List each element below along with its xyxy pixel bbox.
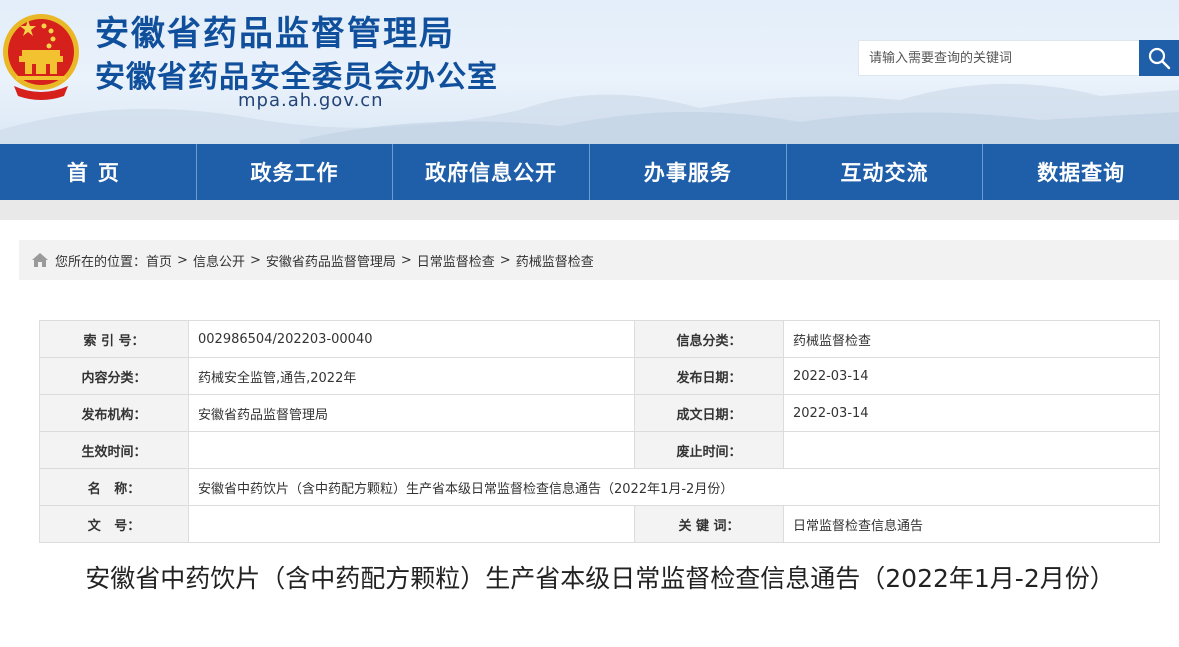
- expire-time-value: [783, 431, 1160, 469]
- home-icon: [31, 252, 49, 268]
- site-header: 安徽省药品监督管理局 安徽省药品安全委员会办公室 mpa.ah.gov.cn: [0, 0, 1179, 144]
- document-info-table: 索 引 号： 002986504/202203-00040 信息分类： 药械监督…: [39, 320, 1160, 543]
- nav-shadow-band: [0, 200, 1179, 220]
- search-icon: [1148, 47, 1171, 70]
- breadcrumb-separator: >: [177, 252, 188, 268]
- table-row: 内容分类： 药械安全监管,通告,2022年 发布日期： 2022-03-14: [39, 357, 1160, 395]
- info-category-label: 信息分类：: [634, 320, 784, 358]
- table-row: 生效时间： 废止时间：: [39, 431, 1160, 469]
- nav-item-home[interactable]: 首页: [0, 144, 197, 200]
- table-row: 名 称： 安徽省中药饮片（含中药配方颗粒）生产省本级日常监督检查信息通告（202…: [39, 468, 1160, 506]
- breadcrumb-separator: >: [400, 252, 412, 268]
- keywords-label: 关 键 词：: [634, 505, 784, 543]
- site-domain: mpa.ah.gov.cn: [238, 90, 384, 111]
- breadcrumb-info-disclosure[interactable]: 信息公开: [193, 251, 245, 270]
- breadcrumb-drug-device-inspection[interactable]: 药械监督检查: [516, 251, 594, 270]
- article-title: 安徽省中药饮片（含中药配方颗粒）生产省本级日常监督检查信息通告（2022年1月-…: [85, 564, 1115, 593]
- nav-item-services[interactable]: 办事服务: [590, 144, 787, 200]
- expire-time-label: 废止时间：: [634, 431, 784, 469]
- breadcrumb-daily-inspection[interactable]: 日常监督检查: [417, 251, 495, 270]
- breadcrumb-separator: >: [249, 252, 261, 268]
- search-button[interactable]: [1139, 40, 1179, 76]
- nav-item-government-work[interactable]: 政务工作: [197, 144, 394, 200]
- name-value: 安徽省中药饮片（含中药配方颗粒）生产省本级日常监督检查信息通告（2022年1月-…: [188, 468, 1160, 506]
- effective-time-value: [188, 431, 635, 469]
- nav-item-interaction[interactable]: 互动交流: [787, 144, 984, 200]
- written-date-value: 2022-03-14: [783, 394, 1160, 432]
- document-number-label: 文 号：: [39, 505, 189, 543]
- index-number-label: 索 引 号：: [39, 320, 189, 358]
- national-emblem-icon: [3, 14, 79, 100]
- publisher-value: 安徽省药品监督管理局: [188, 394, 635, 432]
- breadcrumb: 您所在的位置： 首页 > 信息公开 > 安徽省药品监督管理局 > 日常监督检查 …: [19, 240, 1179, 280]
- document-number-value: [188, 505, 635, 543]
- search-box: [858, 40, 1179, 76]
- table-row: 发布机构： 安徽省药品监督管理局 成文日期： 2022-03-14: [39, 394, 1160, 432]
- content-category-value: 药械安全监管,通告,2022年: [188, 357, 635, 395]
- info-category-value: 药械监督检查: [783, 320, 1160, 358]
- nav-item-data-query[interactable]: 数据查询: [983, 144, 1179, 200]
- name-label: 名 称：: [39, 468, 189, 506]
- search-input[interactable]: [858, 40, 1140, 76]
- breadcrumb-home[interactable]: 首页: [146, 251, 172, 270]
- written-date-label: 成文日期：: [634, 394, 784, 432]
- site-title: 安徽省药品监督管理局: [95, 14, 455, 54]
- content-category-label: 内容分类：: [39, 357, 189, 395]
- keywords-value: 日常监督检查信息通告: [783, 505, 1160, 543]
- effective-time-label: 生效时间：: [39, 431, 189, 469]
- publish-date-value: 2022-03-14: [783, 357, 1160, 395]
- nav-item-info-disclosure[interactable]: 政府信息公开: [393, 144, 591, 200]
- breadcrumb-separator: >: [499, 252, 511, 268]
- publisher-label: 发布机构：: [39, 394, 189, 432]
- table-row: 索 引 号： 002986504/202203-00040 信息分类： 药械监督…: [39, 320, 1160, 358]
- main-nav: 首页 政务工作 政府信息公开 办事服务 互动交流 数据查询: [0, 144, 1179, 200]
- table-row: 文 号： 关 键 词： 日常监督检查信息通告: [39, 505, 1160, 543]
- index-number-value: 002986504/202203-00040: [188, 320, 635, 358]
- breadcrumb-prefix: 您所在的位置：: [55, 254, 147, 270]
- breadcrumb-bureau[interactable]: 安徽省药品监督管理局: [266, 251, 396, 270]
- publish-date-label: 发布日期：: [634, 357, 784, 395]
